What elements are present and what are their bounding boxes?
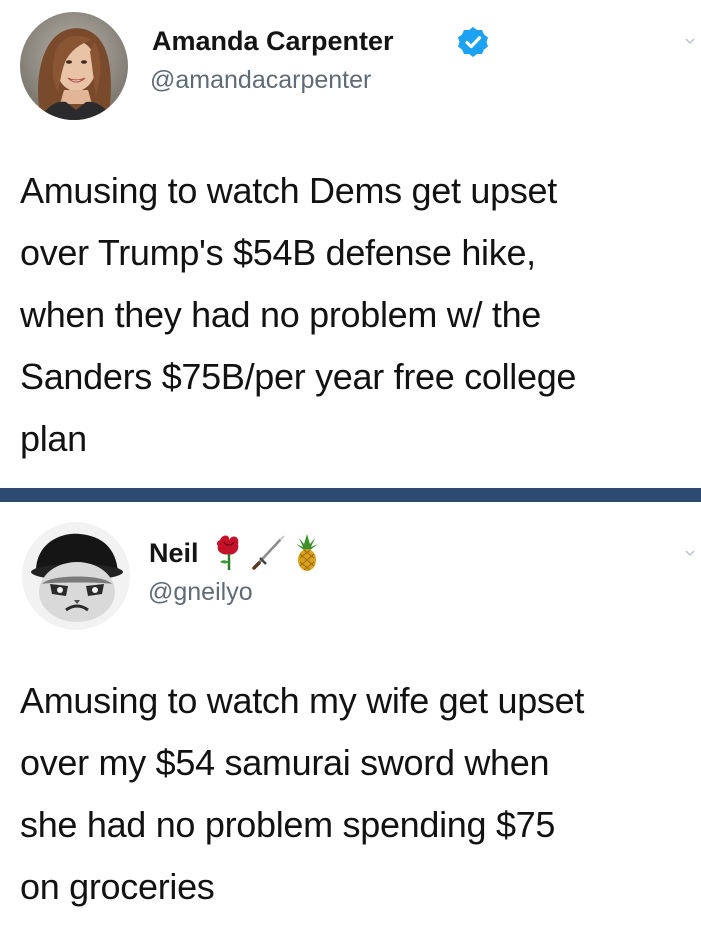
- tweet-text-line: Sanders $75B/per year free college: [20, 356, 577, 397]
- chevron-down-icon[interactable]: [685, 548, 695, 558]
- tweet-card: Neil @gneilyo Amusing to watch my wife g…: [0, 508, 701, 950]
- tweet-text: Amusing to watch my wife get upset over …: [20, 670, 696, 918]
- tweet-text-line: Amusing to watch Dems get upset: [20, 170, 557, 211]
- tweet-card: Amanda Carpenter @amandacarpenter Amusin…: [0, 0, 701, 484]
- user-handle[interactable]: @gneilyo: [148, 578, 253, 607]
- tweet-text-line: plan: [20, 418, 87, 459]
- tweet-text: Amusing to watch Dems get upset over Tru…: [20, 160, 696, 470]
- user-handle[interactable]: @amandacarpenter: [150, 66, 371, 95]
- sword-icon: [252, 535, 285, 570]
- woman-portrait-avatar-icon: [20, 12, 128, 120]
- chevron-down-icon[interactable]: [685, 36, 695, 46]
- user-avatar[interactable]: [22, 522, 130, 630]
- verified-badge-icon: [458, 27, 488, 57]
- pineapple-icon: [296, 534, 318, 571]
- tweet-text-line: over Trump's $54B defense hike,: [20, 232, 536, 273]
- tweet-text-line: over my $54 samurai sword when: [20, 742, 550, 783]
- tweet-text-line: she had no problem spending $75: [20, 804, 556, 845]
- tweet-divider: [0, 484, 701, 508]
- display-name[interactable]: Amanda Carpenter: [152, 26, 394, 57]
- name-emojis: [212, 532, 322, 572]
- grumpy-cat-avatar-icon: [22, 522, 130, 630]
- tweet-text-line: when they had no problem w/ the: [20, 294, 542, 335]
- divider-band: [0, 488, 701, 502]
- tweet-text-line: Amusing to watch my wife get upset: [20, 680, 585, 721]
- user-avatar[interactable]: [20, 12, 128, 120]
- tweet-text-line: on groceries: [20, 866, 215, 907]
- display-name[interactable]: Neil: [149, 538, 199, 569]
- rose-icon: [216, 535, 239, 570]
